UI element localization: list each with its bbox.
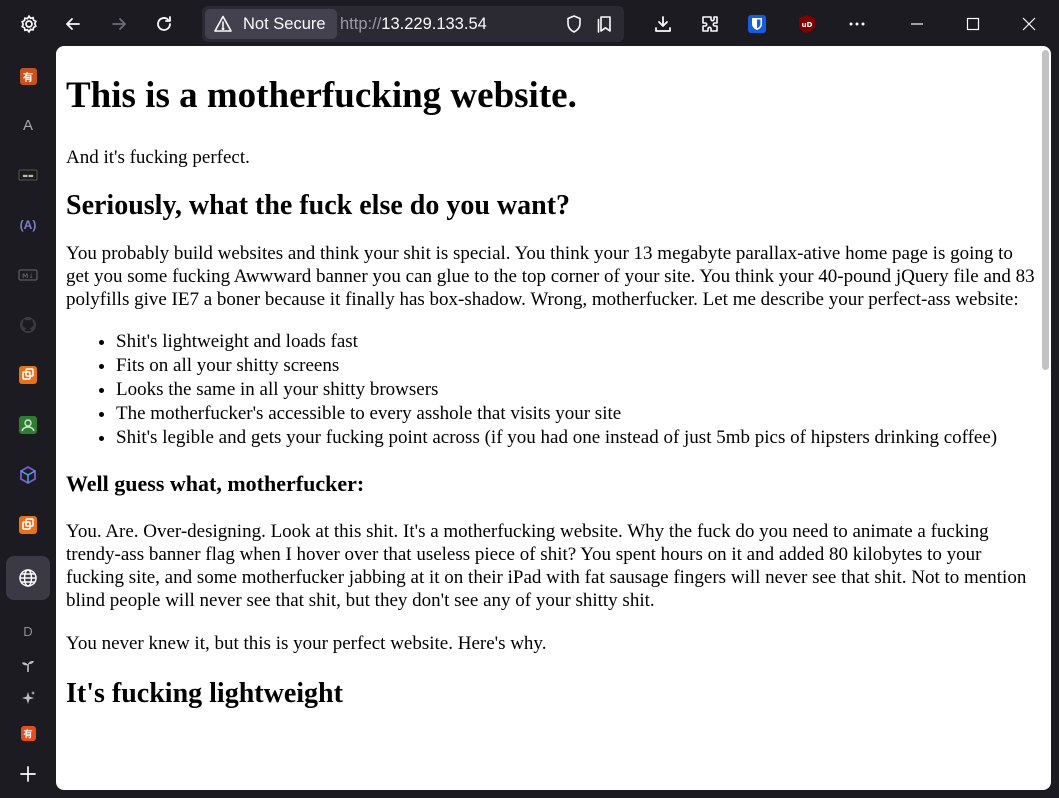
more-menu-icon[interactable] [841,8,873,40]
globe-icon [19,569,37,587]
ublock-icon[interactable]: uD [791,8,823,40]
reload-button[interactable] [148,8,180,40]
sidebar-item-app-15[interactable]: 有 [8,713,48,753]
section-heading-2: It's fucking lightweight [66,678,343,709]
warning-icon [214,15,232,32]
page-content: This is a motherfucking website. And it'… [66,46,1036,711]
sidebar: 有 A ▬▬ (A) M↓ D 有 [0,48,56,798]
markdown-icon: M↓ [18,269,38,281]
bitwarden-icon[interactable] [741,8,773,40]
add-panel-button[interactable] [8,754,48,794]
sidebar-item-app-3[interactable]: ▬▬ [8,155,48,195]
back-button[interactable] [57,8,89,40]
bookmark-icon[interactable] [594,13,616,35]
intro-paragraph: And it's fucking perfect. [66,147,250,168]
app-10-icon [19,516,37,534]
list-item: Looks the same in all your shitty browse… [116,378,1036,402]
download-icon[interactable] [647,8,679,40]
app-8-icon [19,416,37,434]
page-scrollbar[interactable] [1042,50,1049,370]
web-page: This is a motherfucking website. And it'… [56,46,1051,790]
browser-toolbar: Not Secure http://13.229.133.54 uD [0,0,1059,48]
svg-text:M↓: M↓ [22,272,34,280]
sidebar-item-web[interactable] [6,556,50,600]
security-indicator[interactable]: Not Secure [205,9,337,39]
sidebar-item-app-4[interactable]: (A) [8,205,48,245]
svg-text:uD: uD [802,21,813,29]
page-title: This is a motherfucking website. [66,75,577,116]
settings-icon[interactable] [13,8,45,40]
feature-list: Shit's lightweight and loads fast Fits o… [66,330,1036,449]
url-text[interactable]: http://13.229.133.54 [340,6,487,42]
sidebar-item-app-9[interactable] [8,455,48,495]
minimize-button[interactable] [901,8,933,40]
url-bar[interactable]: Not Secure http://13.229.133.54 [202,6,624,42]
sparkle-icon [22,691,35,704]
forward-button[interactable] [103,8,135,40]
security-label: Not Secure [243,14,326,33]
paragraph-3: You never knew it, but this is your perf… [66,633,547,654]
sidebar-item-app-5[interactable]: M↓ [8,255,48,295]
list-item: Shit's legible and gets your fucking poi… [116,426,1036,449]
url-host: 13.229.133.54 [381,15,487,33]
plus-icon [20,766,36,782]
svg-text:▬▬: ▬▬ [22,173,34,180]
sprout-icon [22,661,34,672]
sidebar-item-app-7[interactable] [8,355,48,395]
paragraph-1: You probably build websites and think yo… [66,243,1035,310]
list-item: The motherfucker's accessible to every a… [116,402,1036,426]
section-heading-1: Seriously, what the fuck else do you wan… [66,190,571,221]
app-2-icon: A [22,116,33,134]
sidebar-item-app-8[interactable] [8,405,48,445]
url-scheme: http:// [340,15,382,33]
d-icon: D [23,623,33,639]
app-15-icon: 有 [20,725,36,741]
sidebar-item-app-1[interactable]: 有 [8,56,48,96]
list-item: Fits on all your shitty screens [116,354,1036,378]
paragraph-2: You. Are. Over-designing. Look at this s… [66,521,1027,611]
app-1-icon: 有 [19,67,37,85]
subheading: Well guess what, motherfucker: [66,471,365,496]
sidebar-item-app-10[interactable] [8,505,48,545]
list-item: Shit's lightweight and loads fast [116,330,1036,354]
sidebar-item-github[interactable] [8,305,48,345]
app-7-icon [19,366,37,384]
app-4-icon: (A) [19,218,37,232]
close-window-button[interactable] [1013,8,1045,40]
github-icon [20,317,36,333]
app-3-icon: ▬▬ [18,169,38,181]
maximize-button[interactable] [957,8,989,40]
sidebar-item-app-2[interactable]: A [8,105,48,145]
extensions-icon[interactable] [694,8,726,40]
shield-icon[interactable] [563,13,585,35]
cube-icon [20,465,36,485]
